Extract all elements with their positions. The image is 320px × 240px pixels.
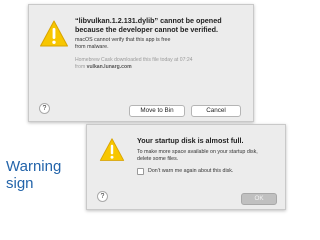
ok-button[interactable]: OK [241,193,277,205]
dialog-title: Your startup disk is almost full. [137,136,244,145]
dont-warn-checkbox-label[interactable]: Don’t warn me again about this disk. [148,168,283,175]
download-source-line: Homebrew Cask downloaded this file today… [75,57,193,63]
warning-icon [99,138,125,161]
unverified-developer-dialog: “libvulkan.1.2.131.dylib” cannot be open… [28,4,254,122]
move-to-bin-button[interactable]: Move to Bin [129,105,185,117]
source-from-label: from [75,63,86,70]
dialog-title: “libvulkan.1.2.131.dylib” cannot be open… [75,16,222,34]
startup-disk-full-dialog: Your startup disk is almost full. To mak… [86,124,286,210]
dialog-message: macOS cannot verify that this app is fre… [75,37,171,50]
help-button[interactable]: ? [97,191,108,202]
download-source-text: Homebrew Cask downloaded this file today… [75,57,251,70]
warning-sign-caption: Warning sign [6,158,62,192]
dont-warn-checkbox[interactable] [137,168,144,175]
dialog-message: To make more space available on your sta… [137,149,258,162]
download-source-host-line: from vulkan.lunarg.com [75,64,251,71]
warning-icon [40,20,68,47]
source-host: vulkan.lunarg.com [86,63,132,70]
help-button[interactable]: ? [39,103,50,114]
cancel-button[interactable]: Cancel [191,105,241,117]
